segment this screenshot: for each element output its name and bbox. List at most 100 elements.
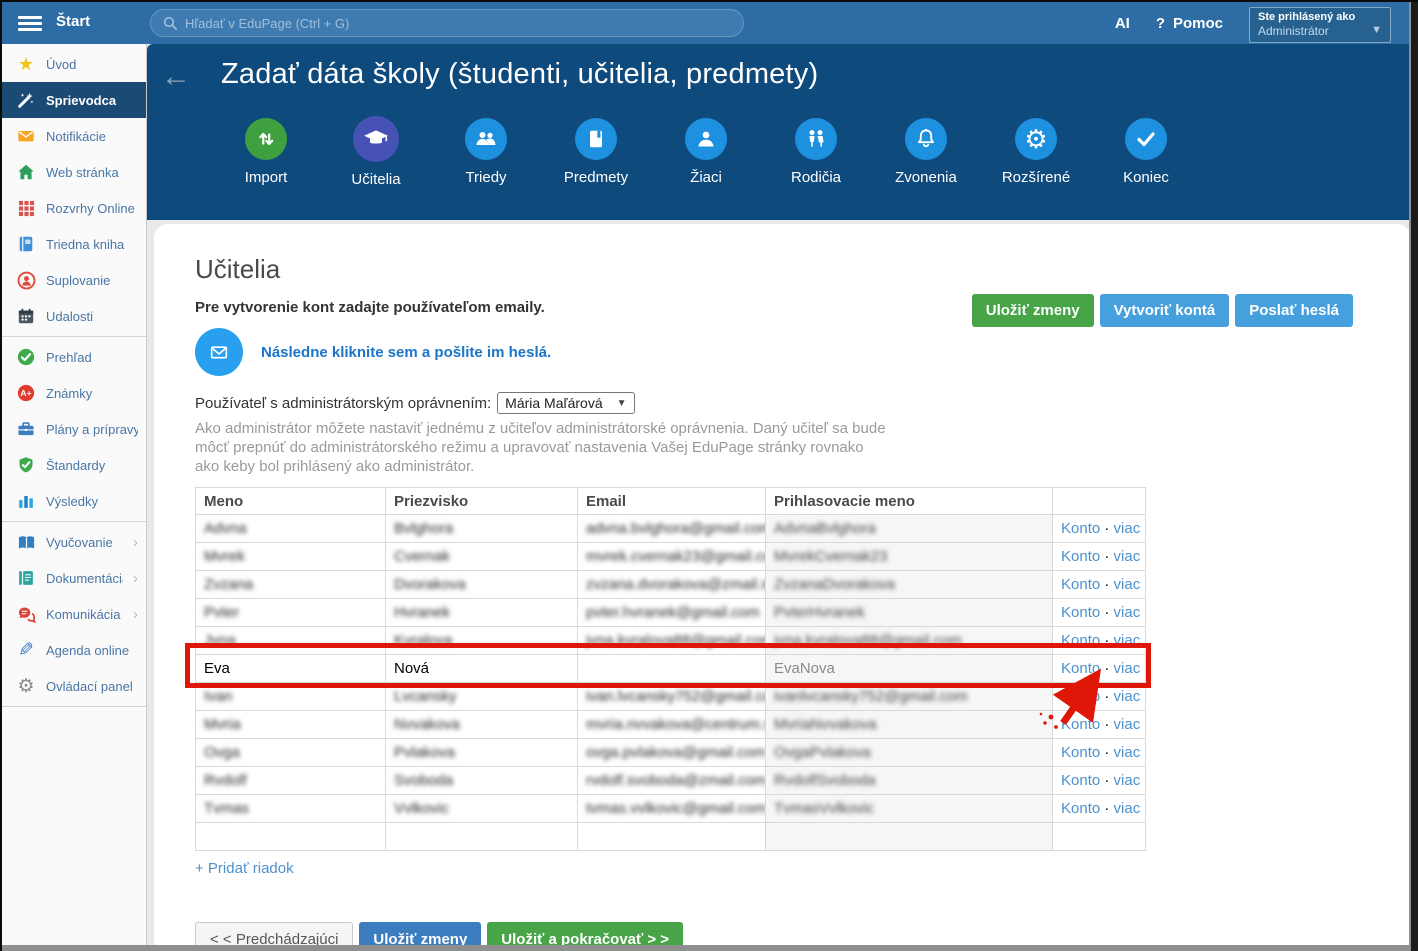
save-changes-button[interactable]: Uložiť zmeny [972,294,1094,327]
sidebar-item-sprievodca[interactable]: Sprievodca [2,82,146,118]
sidebar-item-udalosti[interactable]: Udalosti [2,298,146,334]
konto-link[interactable]: Konto [1061,744,1100,761]
search-input[interactable]: Hľadať v EduPage (Ctrl + G) [150,9,744,37]
sidebar-item-standardy[interactable]: Štandardy [2,447,146,483]
sidebar-item-vyucovanie[interactable]: Vyučovanie› [2,524,146,560]
cell[interactable]: TvmasVvlkovic [766,795,1053,823]
viac-link[interactable]: viac [1114,716,1141,733]
cell[interactable]: Pvlakova [386,739,578,767]
wizard-step-koniec[interactable]: Koniec [1091,114,1201,188]
wizard-step-ucitelia[interactable]: Učitelia [321,114,431,188]
cell[interactable]: ZvzanaDvorakova [766,571,1053,599]
start-menu-label[interactable]: Štart [56,13,90,30]
wizard-step-rodicia[interactable]: Rodičia [761,114,871,188]
send-passwords-mail-button[interactable] [195,328,243,376]
cell[interactable] [196,823,386,851]
cell[interactable]: Eva [196,655,386,683]
viac-link[interactable]: viac [1114,576,1141,593]
send-passwords-link[interactable]: Následne kliknite sem a pošlite im heslá… [261,344,551,361]
sidebar-item-prehlad[interactable]: Prehľad [2,339,146,375]
viac-link[interactable]: viac [1114,660,1141,677]
cell[interactable]: MvrekCvernak23 [766,543,1053,571]
konto-link[interactable]: Konto [1061,772,1100,789]
hamburger-menu-icon[interactable] [18,13,42,33]
cell[interactable]: ovga.pvlakova@gmail.com [578,739,766,767]
admin-user-select[interactable]: Mária Maľárová ▼ [497,392,634,414]
ai-button[interactable]: AI [1115,15,1130,32]
cell[interactable]: MvriaNvvakova [766,711,1053,739]
sidebar-item-rozvrhy-online[interactable]: Rozvrhy Online [2,190,146,226]
cell[interactable]: AdvnaBvlghora [766,515,1053,543]
konto-link[interactable]: Konto [1061,660,1100,677]
sidebar-item-web-stranka[interactable]: Web stránka [2,154,146,190]
wizard-step-zvonenia[interactable]: Zvonenia [871,114,981,188]
viac-link[interactable]: viac [1114,520,1141,537]
cell[interactable]: tvmas.vvlkovic@gmail.com [578,795,766,823]
cell[interactable]: Kvralova [386,627,578,655]
cell[interactable]: OvgaPvlakova [766,739,1053,767]
cell[interactable]: Mvrek [196,543,386,571]
konto-link[interactable]: Konto [1061,800,1100,817]
sidebar-item-ovladaci-panel[interactable]: ⚙Ovládací panel [2,668,146,704]
sidebar-item-komunikacia[interactable]: Komunikácia› [2,596,146,632]
konto-link[interactable]: Konto [1061,576,1100,593]
sidebar-item-notifikacie[interactable]: Notifikácie [2,118,146,154]
cell[interactable]: PvterHvranek [766,599,1053,627]
cell[interactable]: Lvcansky [386,683,578,711]
cell[interactable]: Bvlghora [386,515,578,543]
sidebar-item-agenda-online[interactable]: ✎Agenda online [2,632,146,668]
konto-link[interactable]: Konto [1061,604,1100,621]
wizard-step-import[interactable]: Import [211,114,321,188]
cell[interactable]: Pvter [196,599,386,627]
cell[interactable]: RvdolfSvoboda [766,767,1053,795]
cell[interactable]: Tvmas [196,795,386,823]
cell[interactable]: ivan.lvcansky752@gmail.com [578,683,766,711]
viac-link[interactable]: viac [1114,688,1141,705]
create-accounts-button[interactable]: Vytvoriť kontá [1100,294,1230,327]
sidebar-item-dokumentacia[interactable]: Dokumentácia› [2,560,146,596]
cell[interactable]: Dvorakova [386,571,578,599]
back-arrow-icon[interactable]: ← [161,60,191,94]
sidebar-item-vysledky[interactable]: Výsledky [2,483,146,519]
cell[interactable]: Nová [386,655,578,683]
sidebar-item-znamky[interactable]: A+Známky [2,375,146,411]
viac-link[interactable]: viac [1114,548,1141,565]
konto-link[interactable]: Konto [1061,548,1100,565]
viac-link[interactable]: viac [1114,604,1141,621]
cell[interactable]: Rvdolf [196,767,386,795]
sidebar-item-uvod[interactable]: ★Úvod [2,46,146,82]
konto-link[interactable]: Konto [1061,716,1100,733]
cell[interactable] [386,823,578,851]
cell[interactable]: jvna.kvralova88@gmail.com [578,627,766,655]
cell[interactable] [578,823,766,851]
cell[interactable]: Mvria [196,711,386,739]
sidebar-item-plany-a-pripravy[interactable]: Plány a prípravy [2,411,146,447]
cell[interactable] [578,655,766,683]
cell[interactable]: ivanlvcansky752@gmail.com [766,683,1053,711]
sidebar-item-suplovanie[interactable]: Suplovanie [2,262,146,298]
cell[interactable]: advna.bvlghora@gmail.com [578,515,766,543]
cell[interactable]: Svoboda [386,767,578,795]
cell[interactable] [766,823,1053,851]
cell[interactable]: zvzana.dvorakova@zmail.sk [578,571,766,599]
add-row-link[interactable]: + Pridať riadok [195,860,294,877]
konto-link[interactable]: Konto [1061,632,1100,649]
cell[interactable]: mvria.nvvakova@centrum.sk [578,711,766,739]
viac-link[interactable]: viac [1114,772,1141,789]
viac-link[interactable]: viac [1114,632,1141,649]
logged-in-user-dropdown[interactable]: Ste prihlásený ako Administrátor ▼ [1249,7,1391,43]
cell[interactable]: EvaNova [766,655,1053,683]
cell[interactable]: mvrek.cvernak23@gmail.com [578,543,766,571]
konto-link[interactable]: Konto [1061,520,1100,537]
cell[interactable]: Jvna [196,627,386,655]
wizard-step-predmety[interactable]: Predmety [541,114,651,188]
cell[interactable]: Cvernak [386,543,578,571]
viac-link[interactable]: viac [1114,744,1141,761]
cell[interactable]: Vvlkovic [386,795,578,823]
wizard-step-rozsirene[interactable]: ⚙Rozšírené [981,114,1091,188]
viac-link[interactable]: viac [1114,800,1141,817]
send-passwords-button[interactable]: Poslať heslá [1235,294,1353,327]
help-button[interactable]: ? Pomoc [1156,15,1223,32]
window-scrollbar[interactable] [1409,2,1418,951]
sidebar-item-triedna-kniha[interactable]: Triedna kniha [2,226,146,262]
